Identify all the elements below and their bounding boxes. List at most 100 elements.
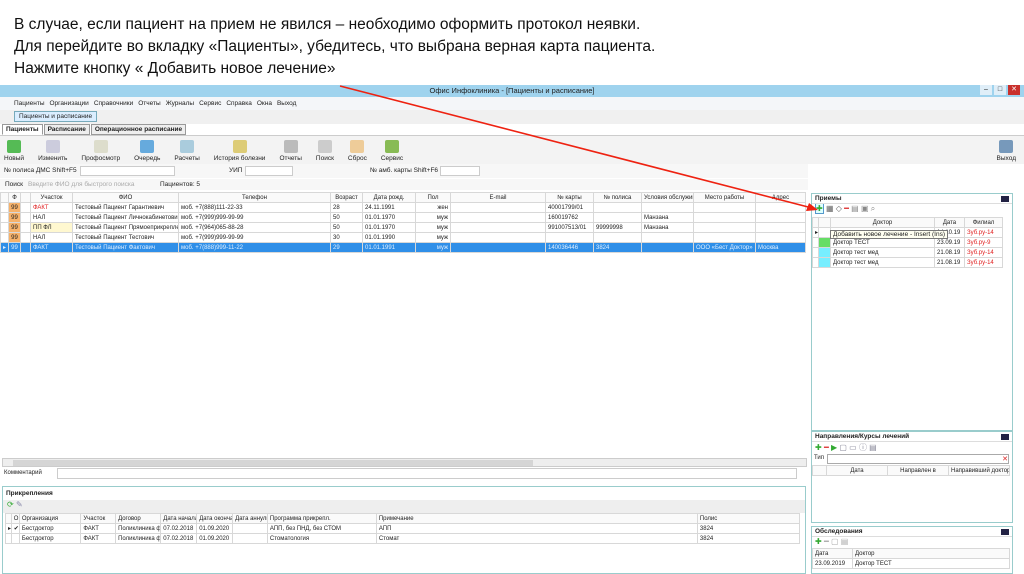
horizontal-scrollbar[interactable] (2, 458, 807, 467)
menu-reports[interactable]: Отчеты (138, 100, 160, 107)
cell: ФАКТ (30, 242, 73, 253)
add-icon[interactable]: ✚ (815, 443, 822, 452)
tab-op-schedule[interactable]: Операционное расписание (90, 124, 187, 135)
column-header[interactable]: Условия обслуживания (641, 192, 694, 203)
queue-button[interactable]: Очередь (134, 140, 160, 162)
cell: Стоматология (266, 533, 377, 544)
exit-button[interactable]: Выход (997, 140, 1016, 162)
menu-help[interactable]: Справка (226, 100, 252, 107)
table-row[interactable]: ▸ 99 ФАКТ Тестовый Пациент Фактович моб. +7(… (0, 242, 806, 253)
column-header[interactable]: Дата аннулир. (232, 513, 268, 524)
cell: жен (415, 202, 451, 213)
menu-refs[interactable]: Справочники (94, 100, 133, 107)
column-header[interactable]: Дата начала (160, 513, 198, 524)
add-treatment-button[interactable]: ✚ (815, 203, 824, 214)
table-row[interactable]: 99 ПП ФЛ Тестовый Пациент Прямоеприкреплен… (0, 222, 806, 233)
reports-button[interactable]: Отчеты (279, 140, 302, 162)
table-row[interactable]: 99 ФАКТ Тестовый Пациент Гарантиевич моб. +… (0, 202, 806, 213)
column-header[interactable]: Программа прикрепл. (266, 513, 377, 524)
close-button[interactable]: ✕ (1008, 85, 1020, 95)
column-header[interactable]: Дата рожд. (362, 192, 416, 203)
menu-orgs[interactable]: Организации (50, 100, 89, 107)
menu-patients[interactable]: Пациенты (14, 100, 45, 107)
billing-button[interactable]: Расчеты (174, 140, 200, 162)
table-row[interactable]: 99 НАЛ Тестовый Пациент Личнокабинетович мо… (0, 212, 806, 223)
maximize-button[interactable]: □ (994, 85, 1006, 95)
policy-input[interactable] (80, 166, 175, 176)
column-header[interactable]: Полис (696, 513, 801, 524)
column-header[interactable]: Возраст (330, 192, 363, 203)
cell: НАЛ (30, 212, 73, 223)
refresh-icon[interactable]: ⟳ (7, 500, 14, 509)
column-header[interactable]: Организация (18, 513, 82, 524)
comment-input[interactable] (57, 468, 797, 479)
table-row[interactable]: Доктор тест мед 21.08.19 Зуб.ру-14 (812, 247, 1003, 258)
collapse-icon[interactable] (1001, 529, 1009, 535)
column-header[interactable]: ФИО (72, 192, 179, 203)
reset-button[interactable]: Сброс (348, 140, 367, 162)
table-row[interactable]: Доктор тест мед 21.08.19 Зуб.ру-14 (812, 257, 1003, 268)
menu-windows[interactable]: Окна (257, 100, 272, 107)
column-header[interactable]: № полиса (593, 192, 642, 203)
quick-search-input[interactable]: Введите ФИО для быстрого поиска (28, 181, 134, 188)
column-header[interactable]: Пол (415, 192, 451, 203)
menu-service[interactable]: Сервис (199, 100, 221, 107)
table-row[interactable]: 99 НАЛ Тестовый Пациент Тестович моб. +7(99… (0, 232, 806, 243)
column-header[interactable]: Место работы (693, 192, 756, 203)
uip-input[interactable] (245, 166, 293, 176)
add-icon[interactable]: ✚ (815, 537, 822, 546)
search-button[interactable]: Поиск (316, 140, 334, 162)
cell (693, 222, 756, 233)
calendar-icon[interactable]: ▦ ◇ (826, 204, 842, 213)
history-button[interactable]: История болезни (214, 140, 265, 162)
doc-tab[interactable]: Пациенты и расписание (14, 111, 98, 122)
patients-grid: Ф Участок ФИО Телефон Возраст Дата рожд. Пол E-… (0, 192, 806, 253)
cell: 01.01.1991 (362, 242, 416, 253)
checkup-icon (93, 140, 108, 153)
checkup-button[interactable]: Профосмотр (81, 140, 120, 162)
checkbox[interactable] (10, 533, 20, 544)
visits-panel: Приемы ✚ ▦ ◇ ━ ▤ ▣ ⌕ Доктор Дата Филиал ▸ 14… (811, 193, 1013, 431)
search-icon (317, 140, 332, 153)
column-header[interactable]: Участок (80, 513, 117, 524)
table-row[interactable]: Доктор ТЕСТ 23.09.19 Зуб.ру-9 (812, 237, 1003, 248)
edit-icon[interactable]: ✎ (16, 500, 23, 509)
cell (450, 222, 546, 233)
column-header[interactable]: Телефон (178, 192, 331, 203)
collapse-icon[interactable] (1001, 434, 1009, 440)
tools-icon[interactable]: ━ ▢ ▤ (824, 537, 848, 546)
column-header[interactable]: Примечание (375, 513, 698, 524)
tab-schedule[interactable]: Расписание (43, 124, 90, 135)
new-button[interactable]: Новый (4, 140, 24, 162)
service-button[interactable]: Сервис (381, 140, 403, 162)
minimize-button[interactable]: – (980, 85, 992, 95)
remove-icon[interactable]: ━ (824, 443, 829, 452)
card-input[interactable] (440, 166, 480, 176)
tools-icon[interactable]: ▤ ▣ ⌕ (851, 204, 875, 213)
cell (755, 232, 806, 243)
cell (450, 242, 546, 253)
play-icon[interactable]: ▶ (831, 443, 837, 452)
collapse-icon[interactable] (1001, 196, 1009, 202)
checkbox[interactable]: ✔ (10, 523, 20, 534)
menu-journals[interactable]: Журналы (166, 100, 194, 107)
cell: Тестовый Пациент Прямоеприкреплен (72, 222, 179, 233)
menu-exit[interactable]: Выход (277, 100, 296, 107)
edit-button[interactable]: Изменить (38, 140, 67, 162)
table-row[interactable]: БестдокторФАКТПоликлиника факт07.02.2018… (5, 533, 801, 544)
column-header[interactable]: Дата окончания (196, 513, 234, 524)
table-row[interactable]: ▸✔БестдокторФАКТПоликлиника факт07.02.20… (5, 523, 801, 534)
column-header[interactable]: Адрес (755, 192, 806, 203)
directions-grid: Дата Направлен в Направивший доктор (812, 465, 1010, 476)
column-header[interactable]: № карты (545, 192, 594, 203)
column-header[interactable]: О (10, 513, 20, 524)
tab-patients[interactable]: Пациенты (2, 124, 43, 135)
column-header[interactable]: E-mail (450, 192, 546, 203)
clear-icon[interactable]: ✕ (1002, 455, 1008, 463)
remove-icon[interactable]: ━ (844, 204, 849, 213)
column-header[interactable]: Участок (30, 192, 73, 203)
cell: 99999998 (593, 222, 642, 233)
column-header[interactable]: Договор (115, 513, 162, 524)
type-input[interactable]: ✕ (827, 454, 1009, 464)
tools-icon[interactable]: ▢ ▭ ⓘ ▤ (839, 443, 876, 452)
